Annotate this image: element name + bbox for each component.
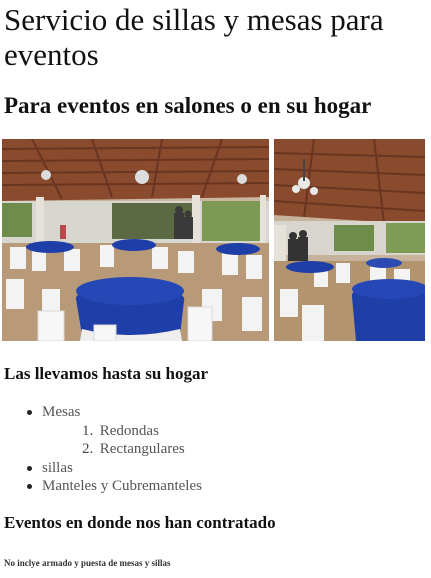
sublist-label: Rectangulares xyxy=(99,441,185,457)
sublist-item-redondas: 1. Redondas xyxy=(42,422,202,441)
list-item-label: Mesas xyxy=(42,404,81,420)
list-item-label: sillas xyxy=(42,459,73,476)
section-heading-events: Eventos en donde nos han contratado xyxy=(4,513,276,532)
list-item-label: Manteles y Cubremanteles xyxy=(42,478,202,494)
page-title: Servicio de sillas y mesas para eventos xyxy=(4,2,384,72)
list-item-mesas: Mesas 1. Redondas 2. Rectangulares xyxy=(24,403,202,459)
sublist-number: 1. xyxy=(82,422,94,439)
page: Servicio de sillas y mesas para eventos … xyxy=(0,0,431,578)
event-hall-photo-right xyxy=(274,139,425,341)
photo-gallery xyxy=(2,139,425,341)
section-heading-home-delivery: Las llevamos hasta su hogar xyxy=(4,364,209,383)
event-hall-photo-left xyxy=(2,139,269,341)
sublist-item-rectangulares: 2. Rectangulares xyxy=(42,440,202,459)
list-item-manteles: Manteles y Cubremanteles xyxy=(24,477,202,496)
list-item-sillas: sillas xyxy=(24,459,202,478)
sublist-number: 2. xyxy=(82,441,94,457)
disclaimer-note: No inclye armado y puesta de mesas y sil… xyxy=(4,558,171,568)
page-subtitle: Para eventos en salones o en su hogar xyxy=(4,93,372,118)
services-list: Mesas 1. Redondas 2. Rectangulares silla… xyxy=(24,403,202,496)
mesas-sublist: 1. Redondas 2. Rectangulares xyxy=(42,422,202,459)
sublist-label: Redondas xyxy=(99,422,159,439)
